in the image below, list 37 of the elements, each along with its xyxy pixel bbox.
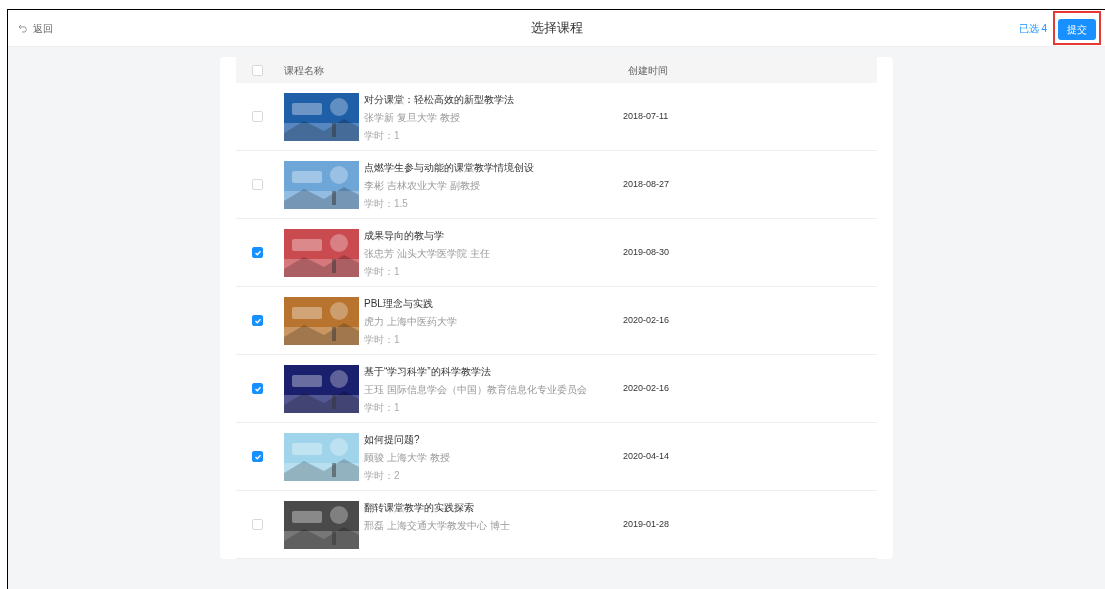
course-hours: 学时：1 xyxy=(364,401,401,415)
page-title: 选择课程 xyxy=(530,19,583,38)
course-teacher: 王珏 国际信息学会（中国）教育信息化专业委员会 xyxy=(364,383,588,397)
created-date: 2020-04-14 xyxy=(623,449,670,463)
created-date: 2020-02-16 xyxy=(623,313,670,327)
checkbox[interactable] xyxy=(252,315,263,326)
course-title: 对分课堂：轻松高效的新型教学法 xyxy=(364,93,515,107)
course-hours: 学时：1 xyxy=(364,129,401,143)
course-title: 基于“学习科学”的科学教学法 xyxy=(364,365,492,379)
course-title: 翻转课堂教学的实践探索 xyxy=(364,501,475,515)
checkbox[interactable] xyxy=(252,451,263,462)
course-hours: 学时：2 xyxy=(364,469,401,483)
course-teacher: 张学新 复旦大学 教授 xyxy=(364,111,461,125)
created-date: 2018-07-11 xyxy=(623,109,669,123)
course-teacher: 李彬 吉林农业大学 副教授 xyxy=(364,179,481,193)
course-title: 点燃学生参与动能的课堂教学情境创设 xyxy=(364,161,535,175)
selected-count: 已选 4 xyxy=(1018,21,1047,36)
undo-icon xyxy=(18,23,29,33)
created-date: 2019-01-28 xyxy=(623,517,670,531)
created-date: 2019-08-30 xyxy=(623,245,670,259)
created-date: 2020-02-16 xyxy=(623,381,670,395)
course-title: 如何提问题? xyxy=(364,433,421,447)
column-header: 创建时间 xyxy=(628,63,668,78)
course-hours: 学时：1 xyxy=(364,333,401,347)
back-button[interactable]: 返回 xyxy=(18,20,53,36)
course-hours: 学时：1 xyxy=(364,265,401,279)
course-title: 成果导向的教与学 xyxy=(364,229,445,243)
course-teacher: 张忠芳 汕头大学医学院 主任 xyxy=(364,247,491,261)
course-title: PBL理念与实践 xyxy=(364,297,434,311)
course-teacher: 虎力 上海中医药大学 xyxy=(364,315,458,329)
course-teacher: 顾骏 上海大学 教授 xyxy=(364,451,451,465)
column-header: 课程名称 xyxy=(284,63,325,78)
course-hours: 学时：1.5 xyxy=(364,197,409,211)
checkbox[interactable] xyxy=(252,383,263,394)
course-teacher: 邢磊 上海交通大学教发中心 博士 xyxy=(364,519,511,533)
checkbox[interactable] xyxy=(252,247,263,258)
created-date: 2018-08-27 xyxy=(623,177,670,191)
